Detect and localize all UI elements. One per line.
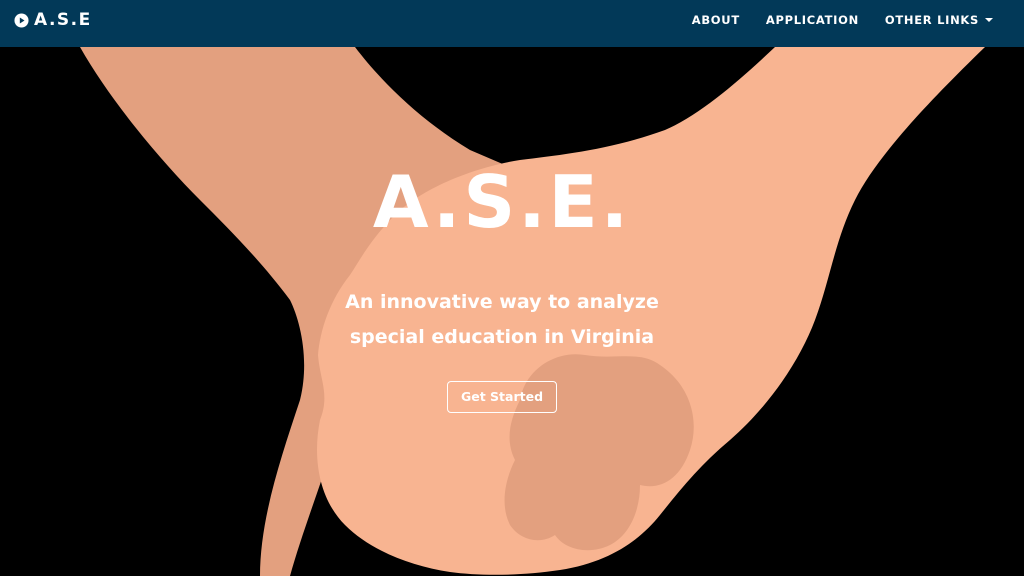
nav-link-other-links-label: OTHER LINKS: [884, 13, 979, 27]
page: A.S.E ABOUT APPLICATION OTHER LINKS A.S.…: [0, 0, 1024, 576]
play-circle-icon: [14, 12, 29, 28]
hero-subtitle-line-2: special education in Virginia: [349, 326, 655, 348]
hero-section: A.S.E. An innovative way to analyze spec…: [0, 0, 1024, 576]
nav-link-about[interactable]: ABOUT: [692, 13, 740, 27]
hero-title: A.S.E.: [372, 160, 632, 244]
nav-links: ABOUT APPLICATION OTHER LINKS: [666, 13, 993, 27]
hero-subtitle: An innovative way to analyze special edu…: [324, 285, 680, 355]
nav-link-application[interactable]: APPLICATION: [766, 13, 859, 27]
brand-text: A.S.E: [34, 10, 92, 30]
brand-link[interactable]: A.S.E: [14, 10, 92, 30]
hero-subtitle-line-1: An innovative way to analyze: [345, 291, 659, 313]
caret-down-icon: [985, 18, 993, 22]
get-started-button[interactable]: Get Started: [447, 381, 557, 413]
nav-link-other-links[interactable]: OTHER LINKS: [885, 13, 993, 27]
top-navbar: A.S.E ABOUT APPLICATION OTHER LINKS: [0, 0, 1024, 47]
